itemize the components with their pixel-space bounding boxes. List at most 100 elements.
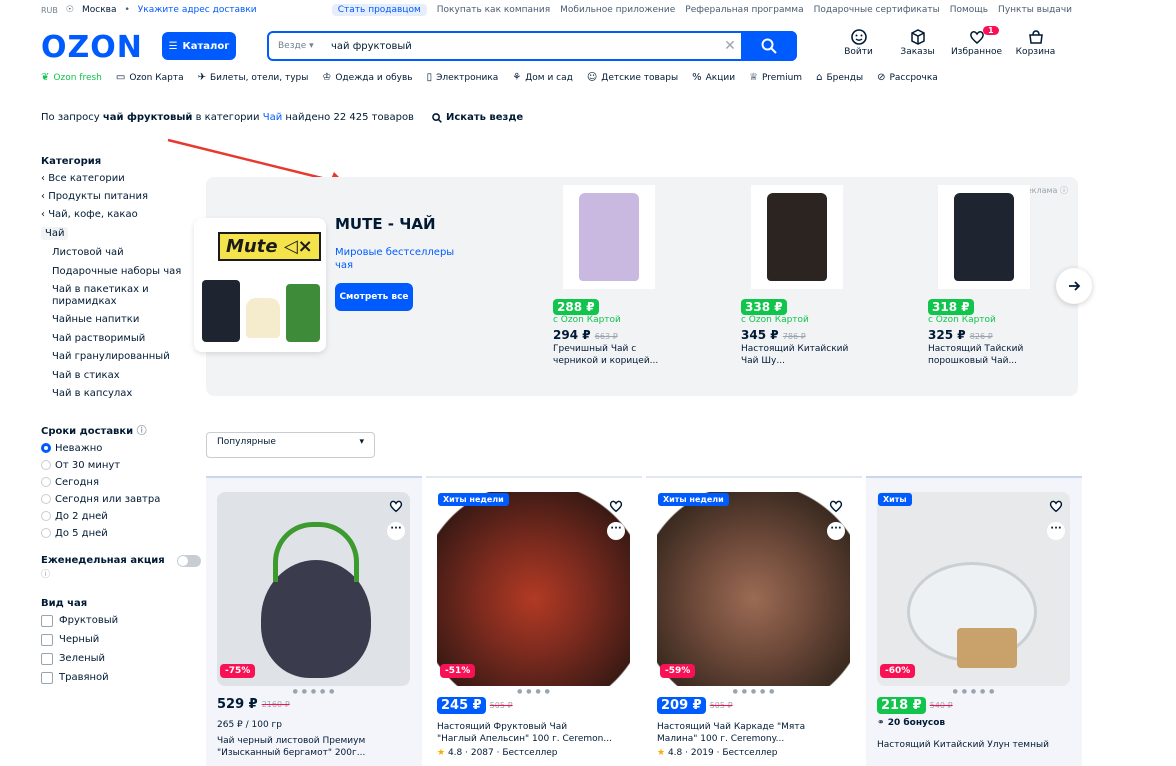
referral-link[interactable]: Реферальная программа xyxy=(685,5,803,15)
product-card[interactable]: -75% ··· ● ● ● ● ● 529 ₽ 2160 ₽ 265 ₽ / … xyxy=(206,476,422,766)
brand-icon: ⌂ xyxy=(816,72,823,83)
search-everywhere-button[interactable]: Искать везде xyxy=(432,112,523,123)
sort-select[interactable]: Популярные ▾ xyxy=(206,432,375,458)
mobile-app-link[interactable]: Мобильное приложение xyxy=(560,5,675,15)
product-name-cont[interactable]: "Наглый Апельсин" 100 г. Ceremon... xyxy=(437,734,633,745)
product-image[interactable] xyxy=(437,492,630,686)
promo-title[interactable]: MUTE - ЧАЙ xyxy=(335,215,436,233)
info-icon[interactable]: ⓘ xyxy=(41,567,201,580)
product-name-cont[interactable]: "Изысканный бергамот" 200г... xyxy=(217,748,413,759)
category-sub-item[interactable]: Чайные напитки xyxy=(41,314,201,326)
nav-clothes[interactable]: ♔ Одежда и обувь xyxy=(322,72,412,83)
nav-ozon-fresh[interactable]: ❦ Ozon fresh xyxy=(41,72,102,83)
category-back-tea-coffee[interactable]: ‹ Чай, кофе, какао xyxy=(41,209,201,220)
become-seller-link[interactable]: Стать продавцом xyxy=(331,4,427,16)
product-name-cont[interactable]: Малина" 100 г. Ceremony... xyxy=(657,734,853,745)
category-sub-item[interactable]: Чай в стиках xyxy=(41,370,201,382)
image-pager[interactable]: ● ● ● ● ● xyxy=(866,688,1082,695)
product-image[interactable] xyxy=(657,492,850,686)
category-sub-item[interactable]: Листовой чай xyxy=(41,247,201,259)
promo-product-card[interactable]: 338 ₽ с Ozon Картой 345 ₽ 786 ₽ Настоящи… xyxy=(741,185,867,367)
ozon-logo[interactable]: OZON xyxy=(41,30,143,65)
login-button[interactable]: Войти xyxy=(829,28,888,57)
search-input[interactable] xyxy=(331,40,719,52)
nav-installment[interactable]: ⊘ Рассрочка xyxy=(877,72,938,83)
product-name[interactable]: Чай черный листовой Премиум xyxy=(217,736,413,747)
nav-electronics[interactable]: ▯ Электроника xyxy=(427,72,499,83)
carousel-next-button[interactable] xyxy=(1056,268,1092,304)
product-image[interactable] xyxy=(877,492,1070,686)
nav-travel[interactable]: ✈ Билеты, отели, туры xyxy=(198,72,309,83)
promo-product-card[interactable]: 318 ₽ с Ozon Картой 325 ₽ 826 ₽ Настоящи… xyxy=(928,185,1054,367)
product-image[interactable] xyxy=(217,492,410,686)
pickup-points-link[interactable]: Пункты выдачи xyxy=(998,5,1072,15)
weekly-sale-toggle[interactable] xyxy=(177,554,201,567)
delivery-option[interactable]: От 30 минут xyxy=(41,460,201,471)
promo-subtitle[interactable]: Мировые бестселлеры чая xyxy=(335,247,465,272)
product-name[interactable]: Настоящий Фруктовый Чай xyxy=(437,722,633,733)
gift-cards-link[interactable]: Подарочные сертификаты xyxy=(814,5,940,15)
see-all-button[interactable]: Смотреть все xyxy=(335,283,413,311)
chevron-down-icon: ▾ xyxy=(359,437,364,447)
nav-kids[interactable]: ☺ Детские товары xyxy=(587,72,678,83)
nav-home-garden[interactable]: ⚘ Дом и сад xyxy=(512,72,573,83)
checkbox-icon xyxy=(41,633,53,646)
cart-button[interactable]: Корзина xyxy=(1006,28,1065,57)
info-icon[interactable]: ⓘ xyxy=(137,426,147,437)
category-selected[interactable]: Чай xyxy=(41,227,69,240)
product-card[interactable]: Хиты недели -59% ··· ● ● ● ● ● 209 ₽ 505… xyxy=(646,476,862,766)
image-pager[interactable]: ● ● ● ● ● xyxy=(206,688,422,695)
delivery-option[interactable]: Сегодня или завтра xyxy=(41,494,201,505)
delivery-option[interactable]: Сегодня xyxy=(41,477,201,488)
category-back-all[interactable]: ‹ Все категории xyxy=(41,173,201,184)
location-label[interactable]: Москва xyxy=(82,5,116,15)
product-name[interactable]: Настоящий Китайский Улун темный xyxy=(877,740,1073,751)
nav-sales[interactable]: % Акции xyxy=(692,72,735,83)
card-price-label: с Ozon Картой xyxy=(741,315,809,325)
address-link[interactable]: Укажите адрес доставки xyxy=(138,5,257,15)
nav-brands[interactable]: ⌂ Бренды xyxy=(816,72,863,83)
business-link[interactable]: Покупать как компания xyxy=(437,5,550,15)
category-link[interactable]: Чай xyxy=(263,112,282,123)
currency-label[interactable]: RUB xyxy=(41,6,58,15)
image-pager[interactable]: ● ● ● ● ● xyxy=(646,688,862,695)
image-pager[interactable]: ● ● ● ● xyxy=(426,688,642,695)
search-scope-select[interactable]: Везде ▾ xyxy=(269,41,331,51)
delivery-option[interactable]: До 2 дней xyxy=(41,511,201,522)
promo-brand-image[interactable]: Mute ◁× xyxy=(194,218,326,352)
orders-button[interactable]: Заказы xyxy=(888,28,947,57)
more-icon[interactable]: ··· xyxy=(607,522,625,540)
more-icon[interactable]: ··· xyxy=(387,522,405,540)
tea-type-checkbox[interactable]: Зеленый xyxy=(41,652,201,665)
product-card[interactable]: Хиты недели -51% ··· ● ● ● ● 245 ₽ 505 ₽… xyxy=(426,476,642,766)
delivery-option[interactable]: Неважно xyxy=(41,443,201,454)
nav-ozon-card[interactable]: ▭ Ozon Карта xyxy=(116,72,184,83)
tea-type-checkbox[interactable]: Фруктовый xyxy=(41,614,201,627)
nav-premium[interactable]: ♕ Premium xyxy=(749,72,802,83)
clear-icon[interactable]: ✕ xyxy=(719,38,741,54)
promo-product-card[interactable]: 288 ₽ с Ozon Картой 294 ₽ 663 ₽ Гречишны… xyxy=(553,185,679,367)
more-icon[interactable]: ··· xyxy=(1047,522,1065,540)
category-sub-item[interactable]: Чай в пакетиках и пирамидках xyxy=(41,284,201,307)
delivery-option[interactable]: До 5 дней xyxy=(41,528,201,539)
search-button[interactable] xyxy=(741,31,797,61)
category-sub-item[interactable]: Чай растворимый xyxy=(41,333,201,345)
tea-type-checkbox[interactable]: Травяной xyxy=(41,671,201,684)
category-back-food[interactable]: ‹ Продукты питания xyxy=(41,191,201,202)
category-sub-item[interactable]: Чай гранулированный xyxy=(41,351,201,363)
category-sub-item[interactable]: Чай в капсулах xyxy=(41,388,201,400)
help-link[interactable]: Помощь xyxy=(950,5,988,15)
favorites-button[interactable]: 1 Избранное xyxy=(947,26,1006,57)
catalog-button[interactable]: ☰ Каталог xyxy=(162,32,236,60)
product-name[interactable]: Настоящий Чай Каркаде "Мята xyxy=(657,722,853,733)
more-icon[interactable]: ··· xyxy=(827,522,845,540)
card-price-label: с Ozon Картой xyxy=(928,315,996,325)
heart-icon[interactable] xyxy=(388,498,404,514)
product-card[interactable]: Хиты -60% ··· ● ● ● ● ● 218 ₽ 540 ₽ ⚭ 20… xyxy=(866,476,1082,766)
category-sub-item[interactable]: Подарочные наборы чая xyxy=(41,266,201,278)
heart-icon[interactable] xyxy=(1048,498,1064,514)
heart-icon[interactable] xyxy=(608,498,624,514)
cart-label: Корзина xyxy=(1015,47,1056,57)
heart-icon[interactable] xyxy=(828,498,844,514)
tea-type-checkbox[interactable]: Черный xyxy=(41,633,201,646)
